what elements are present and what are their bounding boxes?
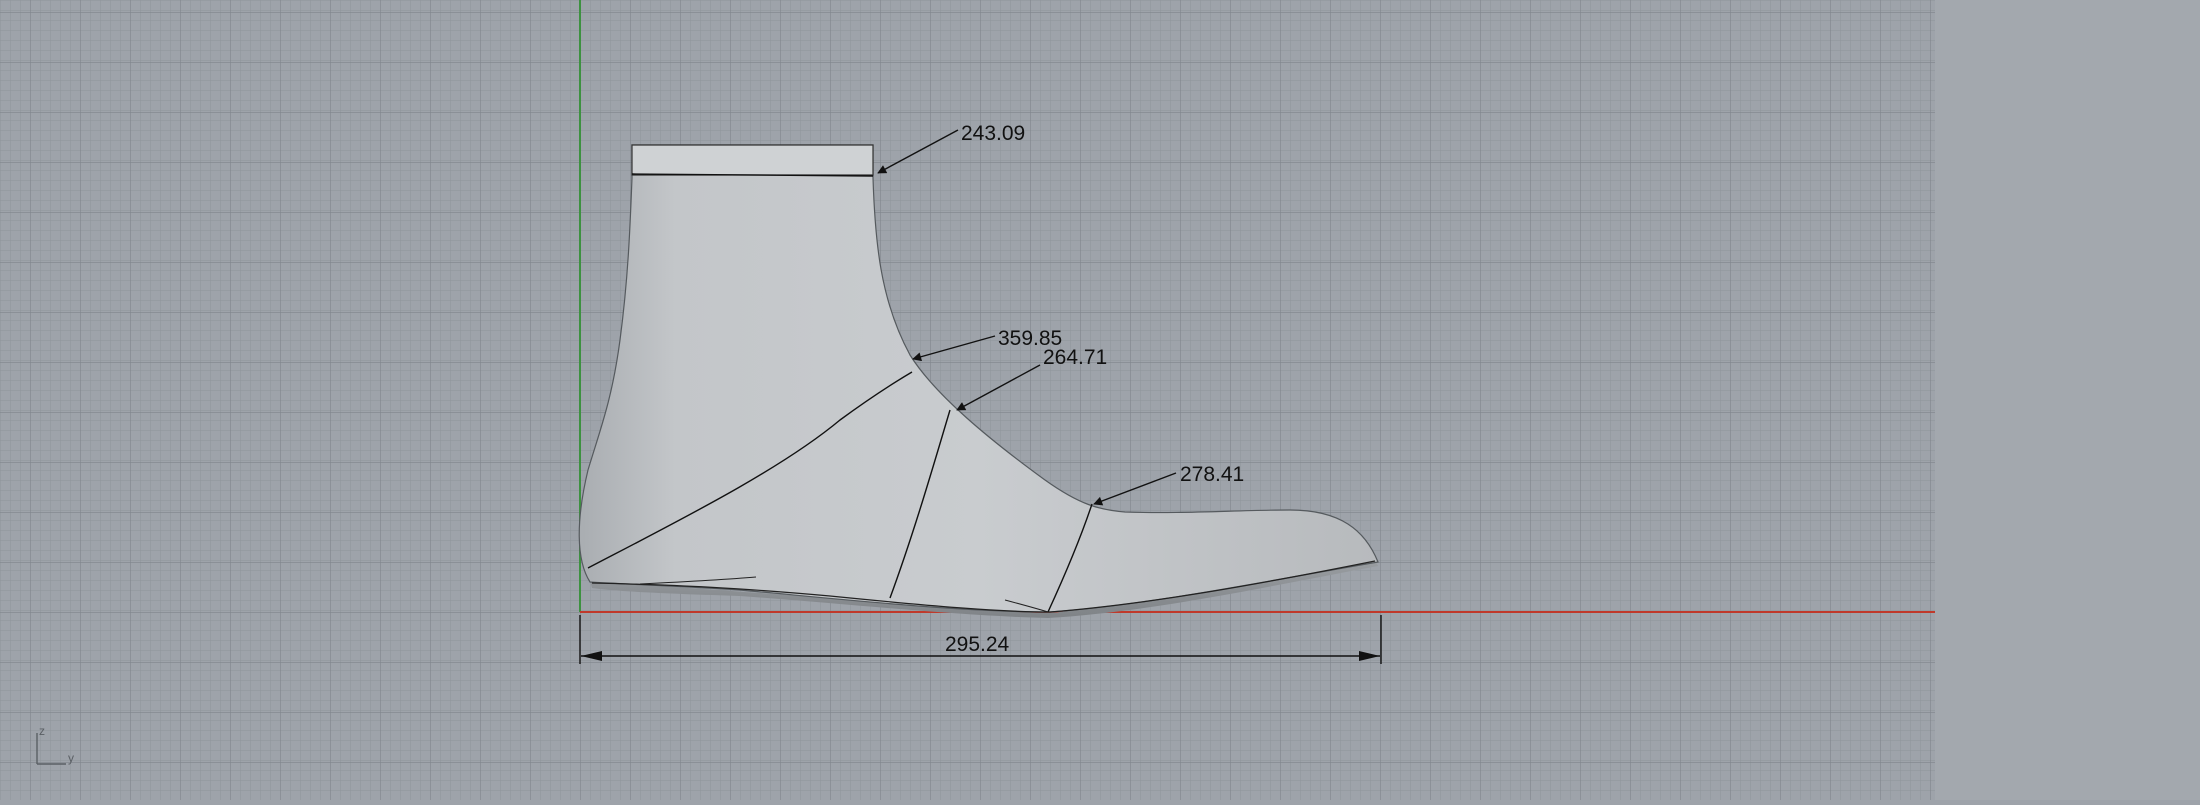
boot-top-cap: [631, 144, 874, 176]
viewport[interactable]: 243.09 359.85 264.71 278.41 295.24 z y: [0, 0, 2200, 800]
major-grid: [0, 0, 1935, 800]
instep-girth-label: 264.71: [1043, 346, 1107, 369]
length-label: 295.24: [945, 633, 1010, 656]
ball-girth-label: 278.41: [1180, 463, 1244, 486]
viewport-canvas[interactable]: 243.09 359.85 264.71 278.41 295.24 z y: [0, 0, 2200, 800]
triad-y-label: y: [68, 751, 74, 765]
top-girth-label: 243.09: [961, 122, 1025, 145]
triad-z-label: z: [39, 724, 45, 738]
side-panel: [1935, 0, 2200, 800]
